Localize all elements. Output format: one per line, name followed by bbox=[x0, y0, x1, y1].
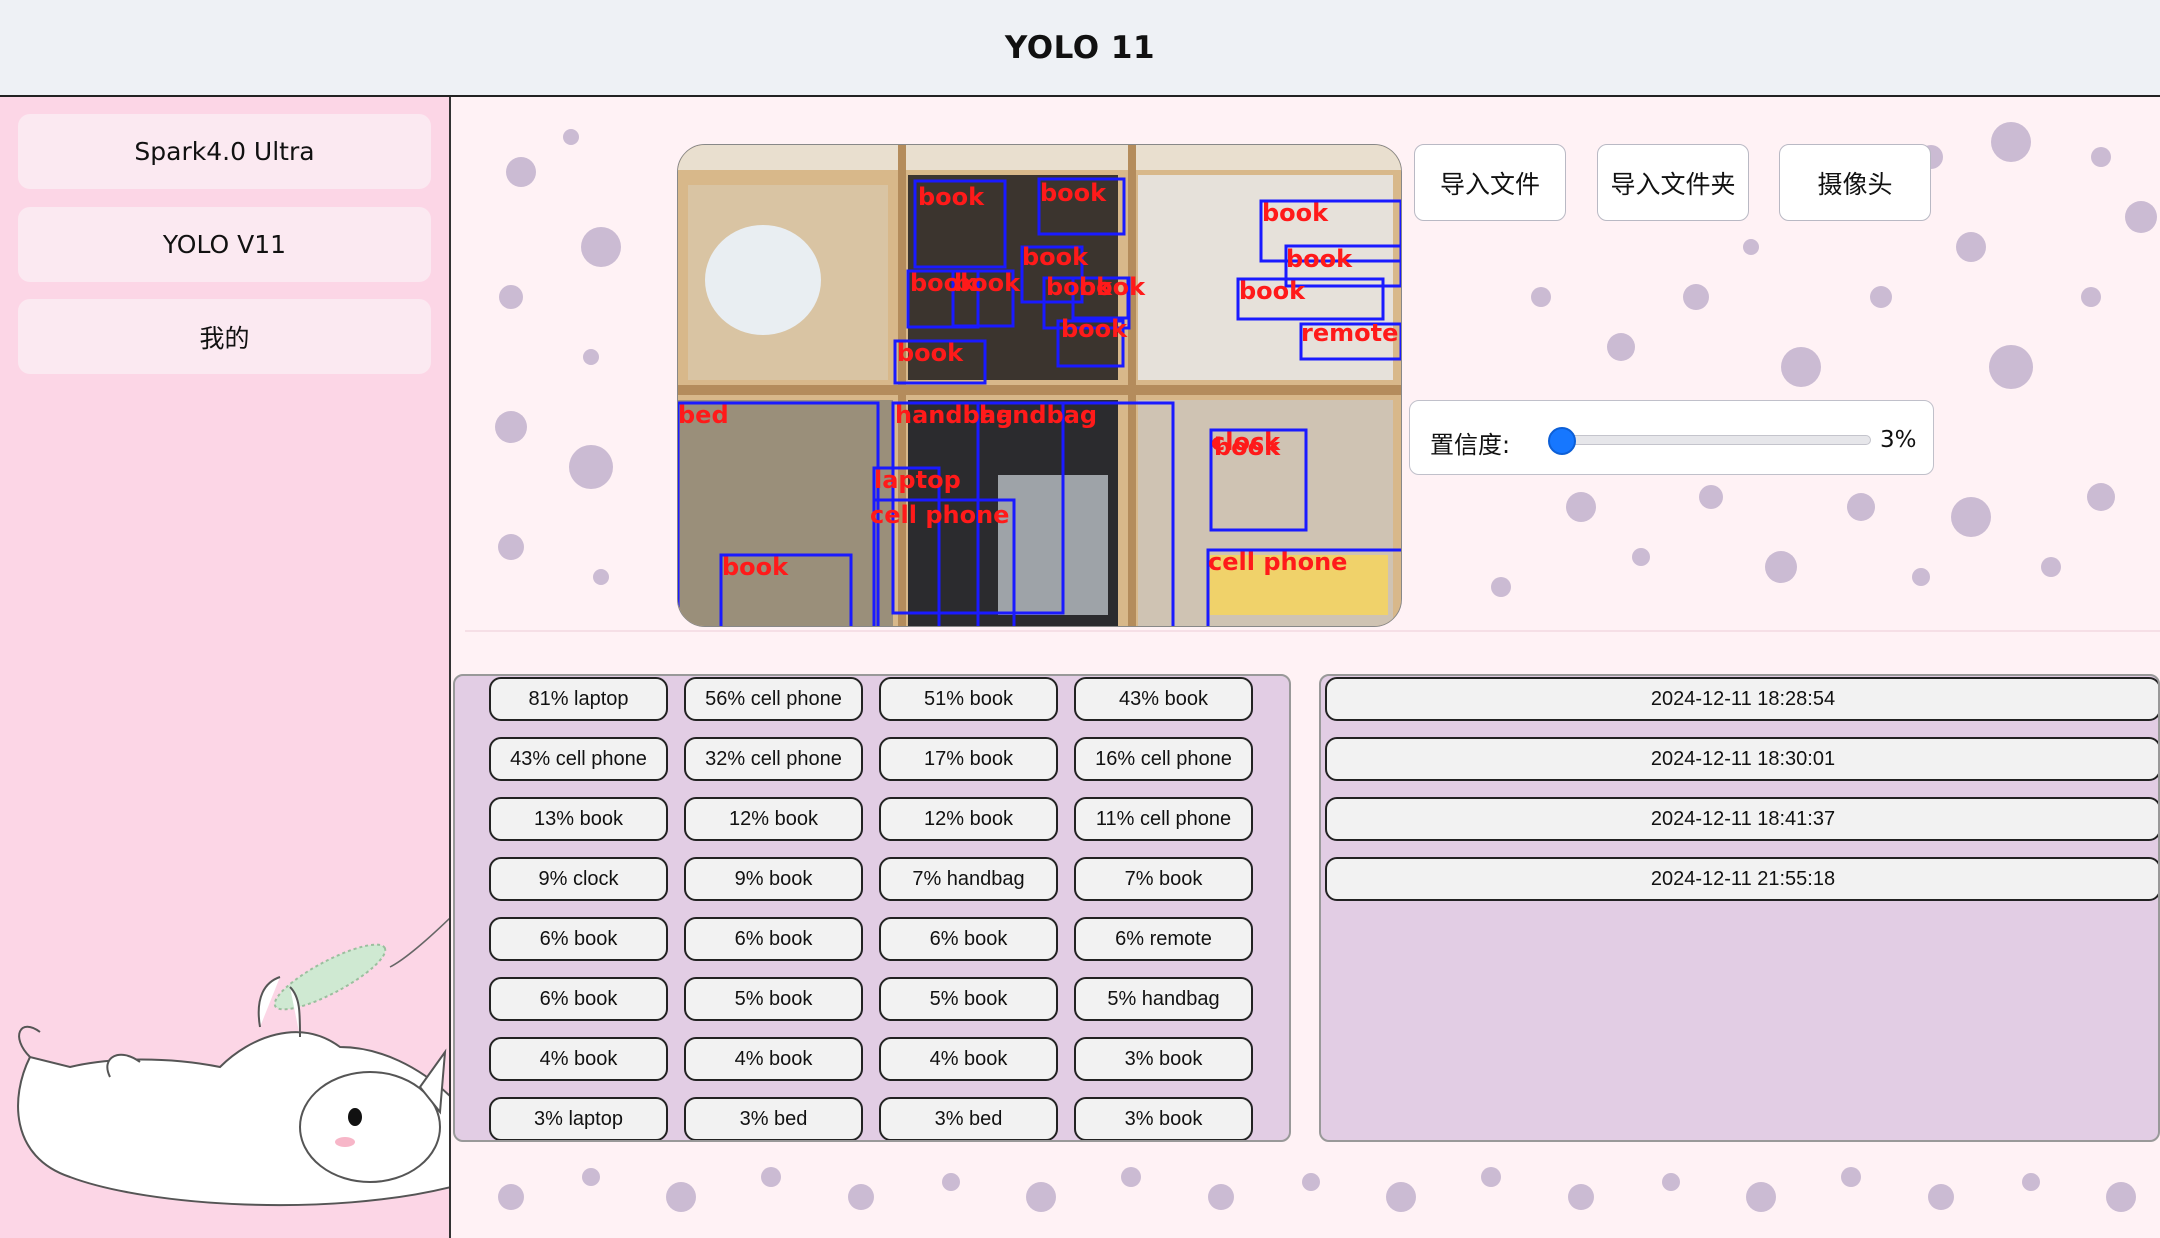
detection-label: book bbox=[918, 183, 985, 211]
detection-label: book bbox=[722, 553, 789, 581]
detection-label: remote bbox=[1301, 319, 1398, 347]
history-item[interactable]: 2024-12-11 18:30:01 bbox=[1325, 737, 2158, 781]
sidebar-item-mine[interactable]: 我的 bbox=[18, 299, 431, 374]
confidence-value: 3% bbox=[1880, 427, 1917, 453]
main-area: book book book book book book book book book book… bbox=[451, 97, 2160, 1238]
history-panel: 2024-12-11 18:28:54 2024-12-11 18:30:01 20… bbox=[1319, 674, 2160, 1142]
preview-image: book bookbookbookbook bookbookbookbookbook… bbox=[678, 145, 1401, 626]
detection-chip[interactable]: 6% book bbox=[489, 977, 668, 1021]
history-item[interactable]: 2024-12-11 18:41:37 bbox=[1325, 797, 2158, 841]
detection-chip[interactable]: 6% book bbox=[879, 917, 1058, 961]
confidence-slider[interactable] bbox=[1547, 427, 1871, 455]
import-file-button[interactable]: 导入文件 bbox=[1414, 144, 1566, 221]
detection-label: book bbox=[1214, 433, 1281, 461]
detection-chip[interactable]: 9% clock bbox=[489, 857, 668, 901]
confidence-panel: 置信度: 3% bbox=[1409, 400, 1934, 475]
detection-chip[interactable]: 43% cell phone bbox=[489, 737, 668, 781]
detection-label: cell phone bbox=[870, 501, 1009, 529]
detection-chip[interactable]: 3% laptop bbox=[489, 1097, 668, 1140]
detection-label: book bbox=[1262, 199, 1329, 227]
detection-chip[interactable]: 6% book bbox=[489, 917, 668, 961]
import-folder-button[interactable]: 导入文件夹 bbox=[1597, 144, 1749, 221]
detection-chip[interactable]: 7% handbag bbox=[879, 857, 1058, 901]
detection-label: handbag bbox=[979, 401, 1097, 429]
sidebar-item-yolo[interactable]: YOLO V11 bbox=[18, 207, 431, 282]
detection-chip[interactable]: 3% book bbox=[1074, 1097, 1253, 1140]
detection-chip[interactable]: 12% book bbox=[684, 797, 863, 841]
divider bbox=[465, 630, 2160, 632]
camera-button[interactable]: 摄像头 bbox=[1779, 144, 1931, 221]
detection-chip[interactable]: 3% bed bbox=[879, 1097, 1058, 1140]
detection-label: bed bbox=[678, 401, 729, 429]
detection-chip[interactable]: 9% book bbox=[684, 857, 863, 901]
detection-label: book bbox=[1061, 315, 1128, 343]
detection-chip[interactable]: 5% book bbox=[879, 977, 1058, 1021]
detection-chip[interactable]: 56% cell phone bbox=[684, 677, 863, 721]
sidebar: Spark4.0 Ultra YOLO V11 我的 bbox=[0, 97, 451, 1238]
history-item[interactable]: 2024-12-11 18:28:54 bbox=[1325, 677, 2158, 721]
detection-chip[interactable]: 17% book bbox=[879, 737, 1058, 781]
detection-chip[interactable]: 13% book bbox=[489, 797, 668, 841]
detection-label: book bbox=[1040, 179, 1107, 207]
detection-chip[interactable]: 3% bed bbox=[684, 1097, 863, 1140]
detection-chip[interactable]: 51% book bbox=[879, 677, 1058, 721]
detection-chip[interactable]: 5% handbag bbox=[1074, 977, 1253, 1021]
confidence-label: 置信度: bbox=[1430, 431, 1511, 459]
detection-label: book bbox=[897, 339, 964, 367]
detection-chip[interactable]: 7% book bbox=[1074, 857, 1253, 901]
app-title: YOLO 11 bbox=[1004, 29, 1156, 66]
title-bar: YOLO 11 bbox=[0, 0, 2160, 97]
detection-label: book bbox=[954, 269, 1021, 297]
detection-label: book bbox=[1286, 245, 1353, 273]
detection-chip[interactable]: 4% book bbox=[489, 1037, 668, 1081]
detection-chip[interactable]: 5% book bbox=[684, 977, 863, 1021]
confidence-slider-handle[interactable] bbox=[1547, 427, 1576, 455]
detection-label: laptop bbox=[874, 466, 961, 494]
detection-chip[interactable]: 12% book bbox=[879, 797, 1058, 841]
detection-chip[interactable]: 81% laptop bbox=[489, 677, 668, 721]
detection-chip[interactable]: 43% book bbox=[1074, 677, 1253, 721]
detection-chip[interactable]: 32% cell phone bbox=[684, 737, 863, 781]
detection-chip[interactable]: 11% cell phone bbox=[1074, 797, 1253, 841]
detection-chip[interactable]: 4% book bbox=[879, 1037, 1058, 1081]
detection-chip[interactable]: 6% book bbox=[684, 917, 863, 961]
detection-label: cell phone bbox=[1208, 548, 1347, 576]
detection-label: book bbox=[1022, 243, 1089, 271]
detection-chip[interactable]: 6% remote bbox=[1074, 917, 1253, 961]
detection-chip[interactable]: 16% cell phone bbox=[1074, 737, 1253, 781]
sidebar-item-spark[interactable]: Spark4.0 Ultra bbox=[18, 114, 431, 189]
detection-preview: book book book book book book book book book book… bbox=[677, 144, 1402, 627]
history-item[interactable]: 2024-12-11 21:55:18 bbox=[1325, 857, 2158, 901]
cat-illustration bbox=[17, 917, 449, 1207]
detection-results-panel: 81% laptop 56% cell phone 51% book 43% book… bbox=[453, 674, 1291, 1142]
detection-label: book bbox=[1079, 273, 1146, 301]
detection-label: book bbox=[1239, 277, 1306, 305]
detection-chip[interactable]: 4% book bbox=[684, 1037, 863, 1081]
detection-chip[interactable]: 3% book bbox=[1074, 1037, 1253, 1081]
